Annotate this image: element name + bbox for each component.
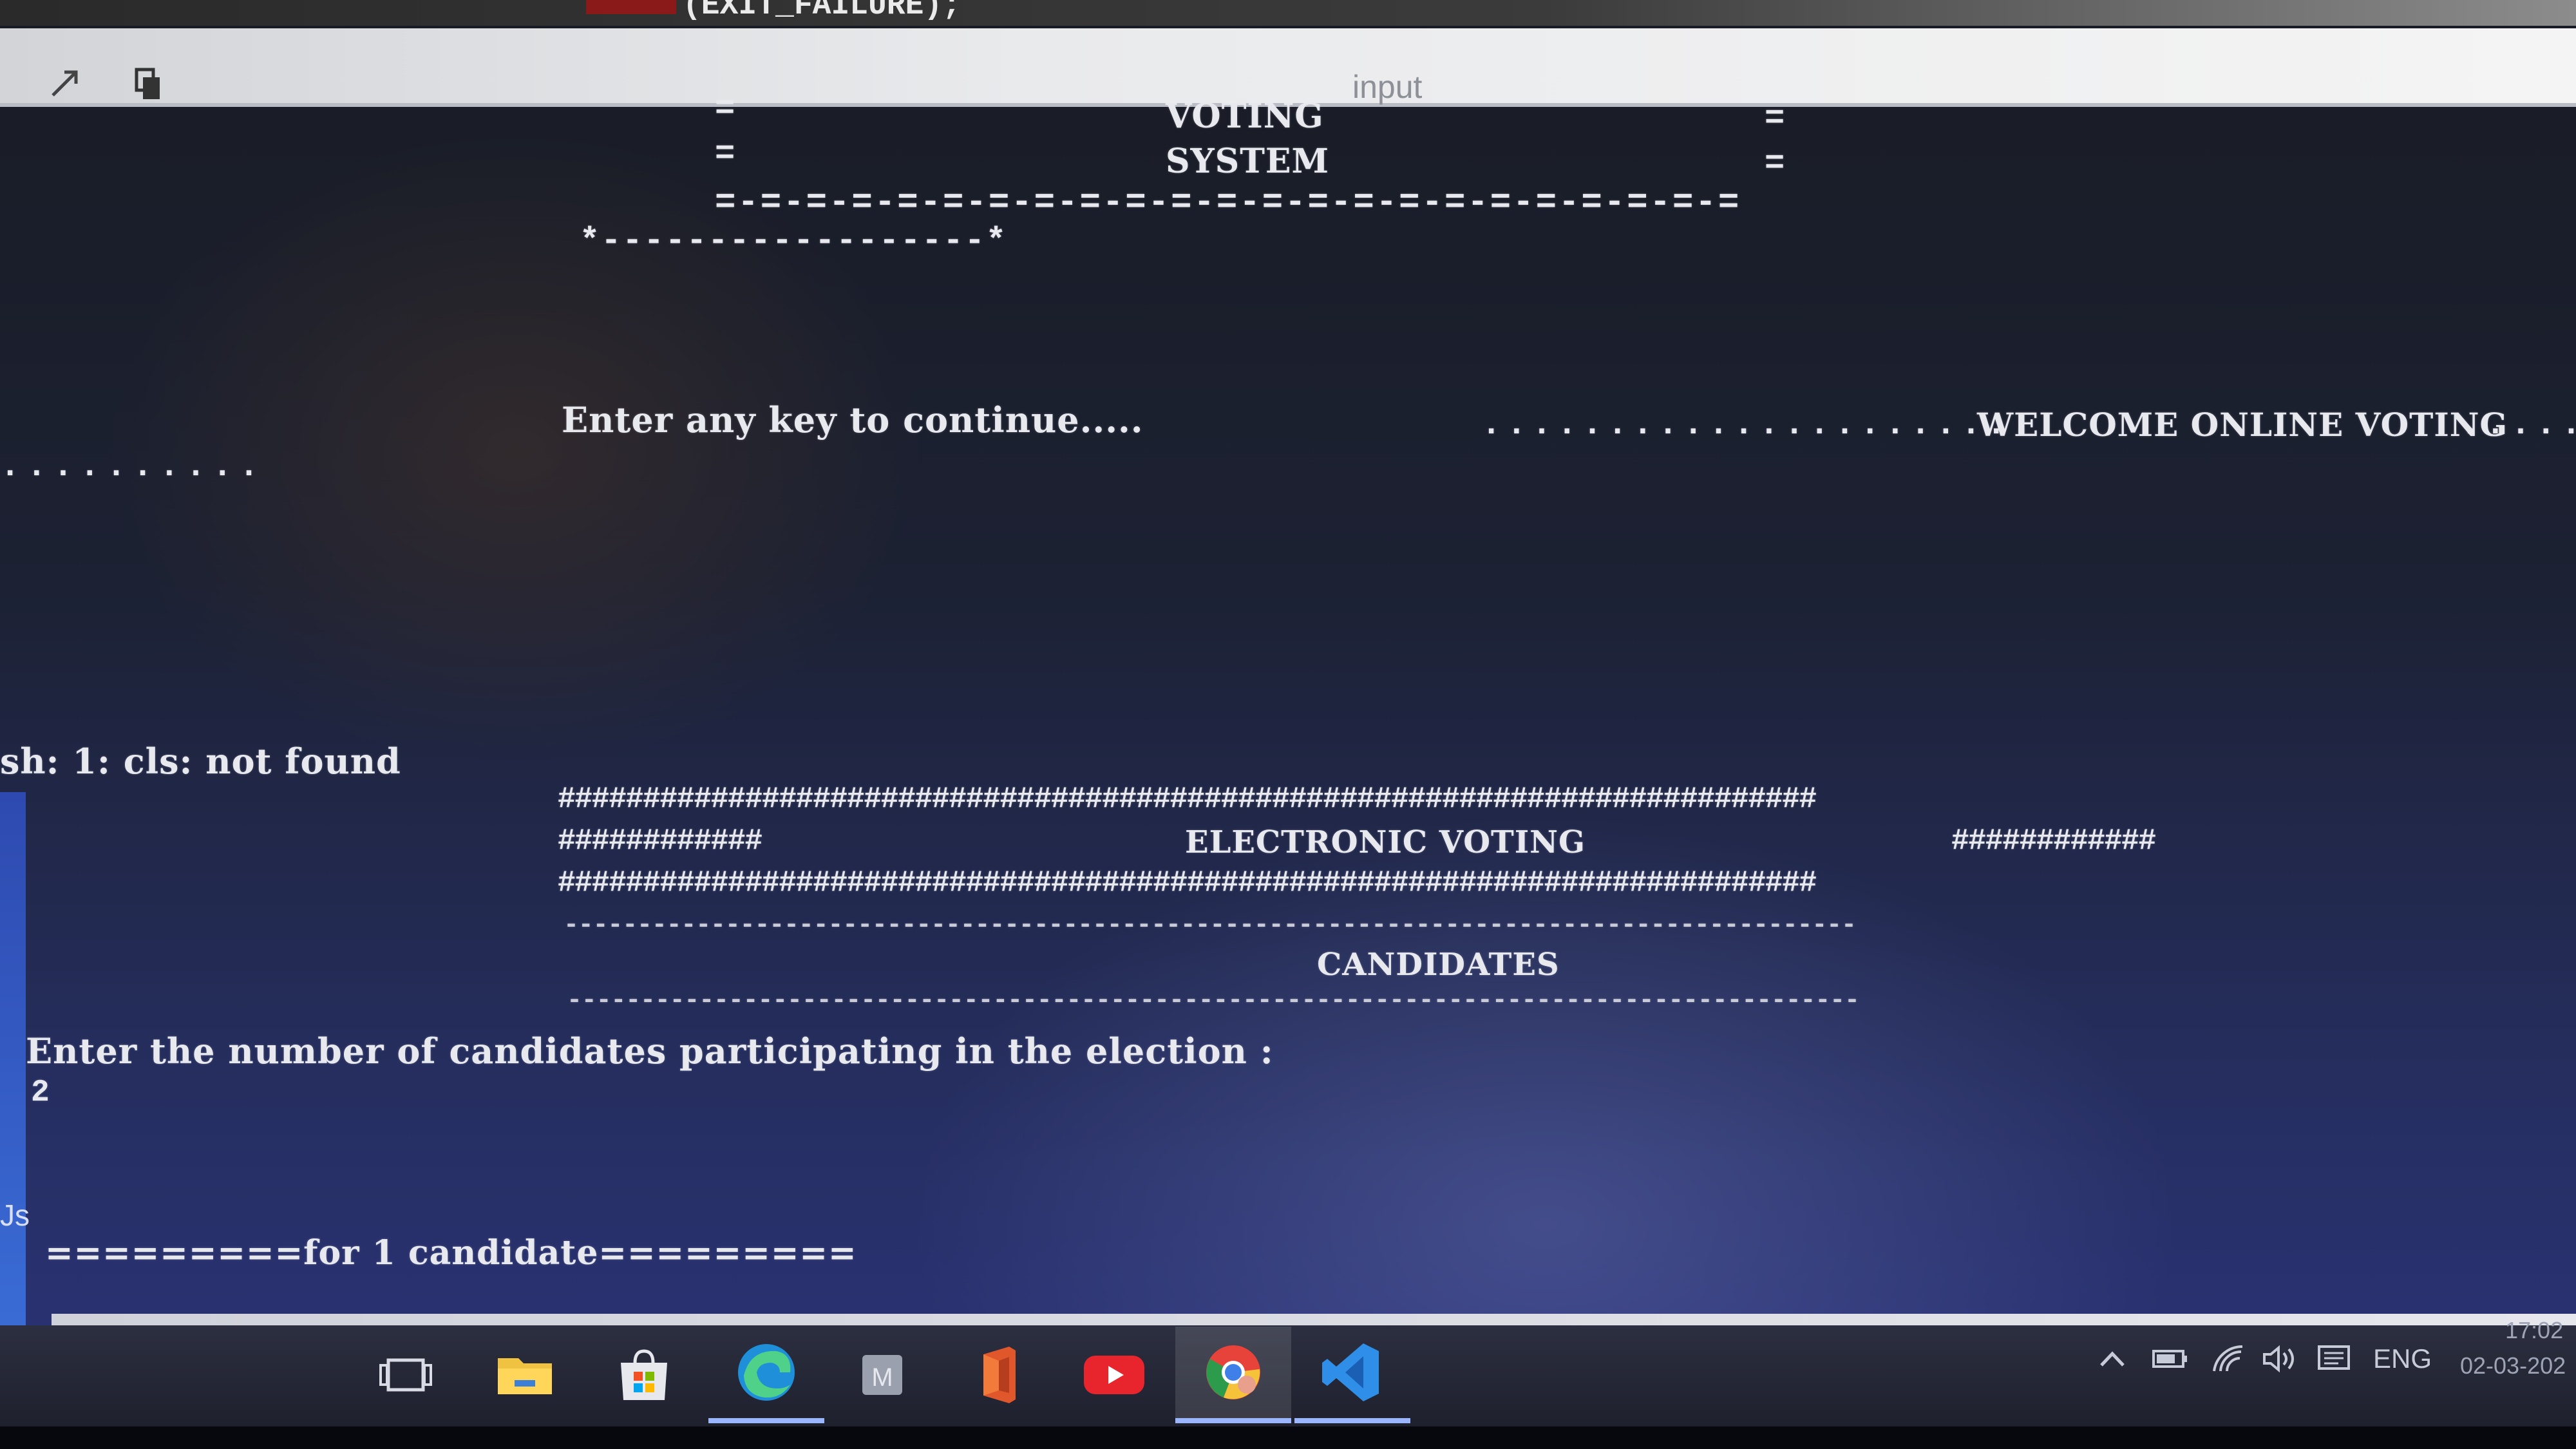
notification-icon[interactable] bbox=[2315, 1340, 2354, 1378]
task-view-icon bbox=[379, 1358, 432, 1392]
edge-button[interactable] bbox=[708, 1327, 824, 1423]
office-button[interactable] bbox=[940, 1327, 1056, 1423]
clock-time[interactable]: 17:02 bbox=[2505, 1317, 2563, 1344]
header-right-eq: = bbox=[1765, 145, 1786, 183]
chrome-button[interactable] bbox=[1175, 1327, 1291, 1423]
language-indicator[interactable]: ENG bbox=[2373, 1340, 2432, 1378]
header-right-eq: = bbox=[1765, 100, 1786, 138]
header-left-eq: = bbox=[715, 90, 736, 128]
candidates-count-prompt: Enter the number of candidates participa… bbox=[26, 1030, 1274, 1072]
clock-date[interactable]: 02-03-202 bbox=[2460, 1352, 2566, 1379]
hash-line-top: ########################################… bbox=[558, 782, 1817, 816]
hash-side-left: ############ bbox=[558, 824, 762, 858]
user-input-value: 2 bbox=[31, 1075, 50, 1110]
left-window-edge bbox=[0, 792, 26, 1340]
vscode-icon bbox=[1322, 1343, 1379, 1401]
youtube-icon bbox=[1084, 1356, 1144, 1394]
horizontal-scrollbar[interactable] bbox=[52, 1314, 2576, 1325]
title-voting: VOTING bbox=[1166, 97, 1324, 136]
title-system: SYSTEM bbox=[1166, 142, 1330, 181]
section-title: ELECTRONIC VOTING bbox=[1185, 824, 1586, 860]
header-dash-line: =-=-=-=-=-=-=-=-=-=-=-=-=-=-=-=-=-=-=-=-… bbox=[715, 184, 1741, 223]
vscode-button[interactable] bbox=[1294, 1327, 1410, 1423]
mail-button[interactable]: M bbox=[824, 1327, 940, 1423]
dash-line-top: ----------------------------------------… bbox=[564, 911, 1857, 940]
cls-error-message: sh: 1: cls: not found bbox=[0, 741, 401, 782]
chrome-icon bbox=[1206, 1345, 1260, 1399]
terminal-output[interactable]: = VOTING = = SYSTEM = =-=-=-=-=-=-=-=-=-… bbox=[0, 90, 2576, 1314]
hash-side-right: ############ bbox=[1951, 824, 2156, 858]
store-icon bbox=[621, 1349, 667, 1400]
left-dots: .......... bbox=[0, 448, 266, 486]
candidate-section-line: =========for 1 candidate========= bbox=[45, 1233, 857, 1273]
battery-icon[interactable] bbox=[2151, 1340, 2190, 1378]
wifi-icon[interactable] bbox=[2209, 1340, 2248, 1378]
input-bar[interactable]: input bbox=[0, 28, 2576, 107]
input-label: input bbox=[1352, 69, 1423, 105]
dash-line-bottom: ----------------------------------------… bbox=[567, 987, 1860, 1016]
editor-code-strip: (EXIT_FAILURE); bbox=[0, 0, 2576, 26]
welcome-banner: WELCOME ONLINE VOTING bbox=[1977, 406, 2508, 444]
side-window-label: Js bbox=[0, 1198, 30, 1232]
candidates-title: CANDIDATES bbox=[1317, 947, 1560, 983]
hash-line-bottom: ########################################… bbox=[558, 866, 1817, 900]
copy-icon[interactable] bbox=[129, 64, 167, 103]
volume-icon[interactable] bbox=[2260, 1340, 2299, 1378]
microsoft-store-button[interactable] bbox=[586, 1327, 702, 1423]
monitor-bezel bbox=[0, 1426, 2576, 1449]
welcome-dots-left: ...................... bbox=[1481, 406, 2037, 444]
folder-icon bbox=[498, 1358, 552, 1394]
task-view-button[interactable] bbox=[348, 1327, 464, 1423]
syntax-highlight bbox=[586, 0, 676, 14]
editor-code-text: (EXIT_FAILURE); bbox=[683, 0, 961, 23]
youtube-button[interactable] bbox=[1056, 1327, 1172, 1423]
file-explorer-button[interactable] bbox=[467, 1327, 583, 1423]
show-hidden-icons-icon[interactable] bbox=[2096, 1340, 2128, 1378]
mail-letter: M bbox=[871, 1363, 893, 1392]
mail-icon: M bbox=[862, 1355, 902, 1395]
welcome-dots-right: ..... bbox=[2460, 406, 2576, 444]
edge-icon bbox=[738, 1344, 795, 1401]
star-line: *------------------* bbox=[580, 222, 1008, 260]
expand-icon[interactable] bbox=[45, 64, 84, 103]
header-left-eq: = bbox=[715, 135, 736, 173]
continue-prompt: Enter any key to continue..... bbox=[562, 399, 1144, 440]
office-icon bbox=[983, 1347, 1016, 1403]
